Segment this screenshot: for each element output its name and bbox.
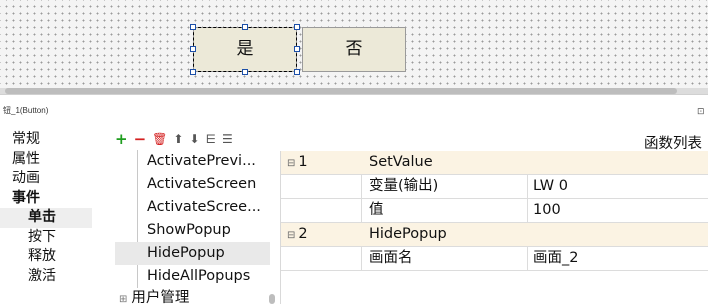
category-item[interactable]: 释放 — [0, 247, 92, 267]
resize-handle-left[interactable] — [190, 46, 196, 52]
move-up-icon[interactable]: ⬆ — [173, 133, 183, 145]
parameter-name: 画面名 — [362, 247, 528, 271]
parameter-indent — [281, 175, 362, 199]
category-item[interactable]: 单击 — [0, 208, 92, 228]
function-index-label: 2 — [298, 226, 308, 242]
resize-handle-top-right[interactable] — [294, 24, 300, 30]
parameter-value[interactable]: 画面_2 — [528, 247, 708, 271]
parameter-name: 值 — [362, 199, 528, 223]
collapse-icon[interactable]: ⊟ — [287, 230, 295, 241]
function-index-label: 1 — [298, 154, 308, 170]
indent-icon[interactable]: ⋿ — [206, 133, 216, 145]
function-name: SetValue — [369, 154, 433, 170]
parameter-name: 变量(输出) — [362, 175, 528, 199]
parameter-value[interactable]: LW 0 — [528, 175, 708, 199]
add-icon[interactable]: + — [115, 132, 128, 147]
function-item[interactable]: ActivateScree... — [115, 196, 270, 219]
move-down-icon[interactable]: ⬇ — [189, 133, 199, 145]
function-header-fill — [528, 223, 708, 247]
function-group-user-management[interactable]: ⊞ 用户管理 — [115, 288, 189, 304]
remove-icon[interactable]: − — [134, 132, 147, 147]
action-toolbar: + − 🗑 ⬆ ⬇ ⋿ ☰ — [115, 130, 233, 148]
function-header-fill — [528, 151, 708, 175]
function-table: ⊟ 1 SetValue 变量(输出) LW 0 值 100 ⊟ 2 HidePopup 画面名 画面… — [280, 151, 708, 304]
list-icon[interactable]: ☰ — [222, 133, 233, 145]
function-index: ⊟ 1 — [281, 151, 362, 175]
property-panel-header: 钮_1(Button) ⊡ — [0, 94, 708, 128]
function-item[interactable]: ShowPopup — [115, 219, 270, 242]
pin-icon[interactable]: ⊡ — [697, 107, 705, 117]
function-header-row[interactable]: ⊟ 1 SetValue — [281, 151, 708, 175]
parameter-indent — [281, 247, 362, 271]
category-item[interactable]: 按下 — [0, 228, 92, 248]
function-header-row[interactable]: ⊟ 2 HidePopup — [281, 223, 708, 247]
no-button[interactable]: 否 — [302, 27, 406, 72]
parameter-row: 变量(输出) LW 0 — [281, 175, 708, 199]
function-list-scroll-thumb[interactable] — [269, 294, 275, 304]
function-item[interactable]: ActivatePrevi... — [115, 150, 270, 173]
category-item[interactable]: 激活 — [0, 267, 92, 287]
category-item[interactable]: 常规 — [0, 130, 92, 150]
resize-handle-bottom[interactable] — [242, 69, 248, 75]
function-item[interactable]: HideAllPopups — [115, 265, 270, 288]
parameter-value[interactable]: 100 — [528, 199, 708, 223]
function-name: HidePopup — [369, 226, 447, 242]
function-item[interactable]: ActivateScreen — [115, 173, 270, 196]
function-index: ⊟ 2 — [281, 223, 362, 247]
parameter-row: 画面名 画面_2 — [281, 247, 708, 271]
expand-icon[interactable]: ⊞ — [119, 294, 127, 304]
resize-handle-bottom-right[interactable] — [294, 69, 300, 75]
resize-handle-top[interactable] — [242, 24, 248, 30]
category-item[interactable]: 动画 — [0, 169, 92, 189]
function-item[interactable]: HidePopup — [115, 242, 270, 265]
yes-button[interactable]: 是 — [193, 27, 297, 72]
function-list-title: 函数列表 — [644, 136, 702, 152]
category-item[interactable]: 事件 — [0, 189, 92, 209]
resize-handle-top-left[interactable] — [190, 24, 196, 30]
function-list: ActivatePrevi... ActivateScreen ActivateSc… — [115, 150, 270, 304]
parameter-indent — [281, 199, 362, 223]
panel-title: 钮_1(Button) — [3, 106, 49, 115]
collapse-icon[interactable]: ⊟ — [287, 158, 295, 169]
design-canvas[interactable]: 是 否 — [0, 0, 708, 92]
delete-icon[interactable]: 🗑 — [152, 133, 167, 145]
resize-handle-right[interactable] — [294, 46, 300, 52]
function-group-label: 用户管理 — [131, 290, 190, 304]
category-item[interactable]: 属性 — [0, 150, 92, 170]
resize-handle-bottom-left[interactable] — [190, 69, 196, 75]
category-list: 常规 属性 动画 事件 单击 按下 释放 激活 — [0, 130, 92, 304]
parameter-row: 值 100 — [281, 199, 708, 223]
